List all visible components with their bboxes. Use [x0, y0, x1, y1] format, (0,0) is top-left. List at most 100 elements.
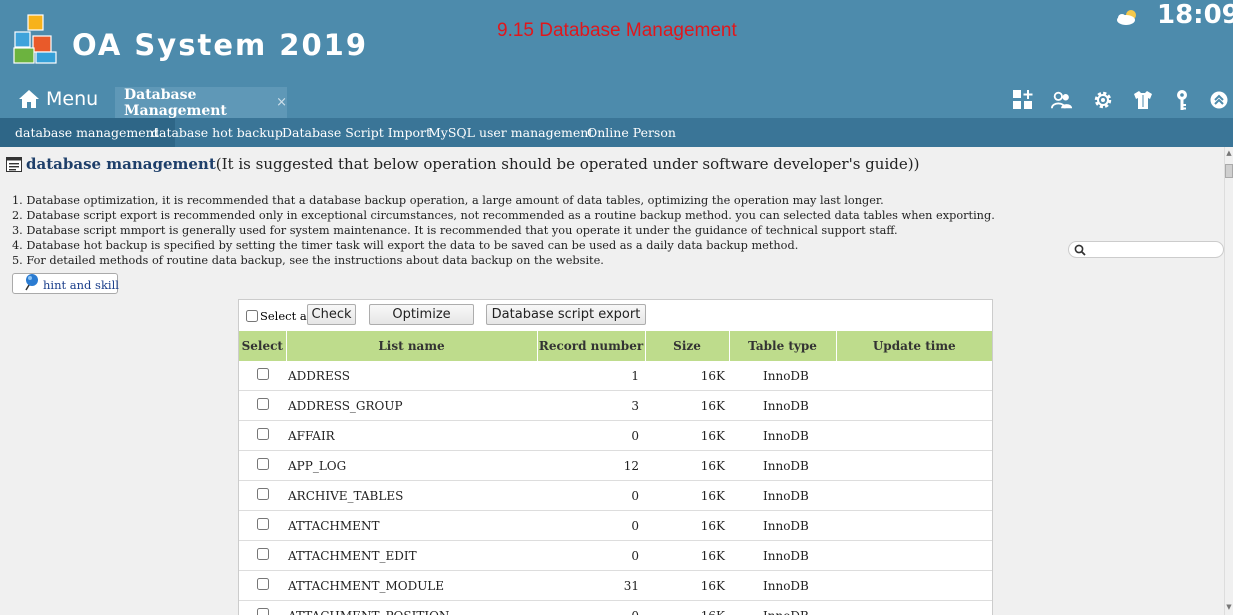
menu-button[interactable]: Menu — [18, 86, 98, 112]
subnav-online-person[interactable]: Online Person — [587, 118, 676, 147]
database-script-export-button[interactable]: Database script export — [486, 304, 646, 325]
pin-icon — [25, 274, 38, 291]
row-size: 16K — [645, 540, 729, 571]
add-app-icon[interactable] — [1012, 89, 1034, 111]
database-table: Select List name Record number Size Tabl… — [239, 331, 992, 615]
row-records: 0 — [537, 480, 645, 511]
page-title: database management (It is suggested that… — [6, 155, 919, 173]
row-name: ADDRESS_GROUP — [286, 390, 537, 421]
tab-database-management[interactable]: Database Management × — [115, 86, 287, 119]
page-tag: 9.15 Database Management — [497, 20, 737, 41]
row-size: 16K — [645, 510, 729, 541]
col-table-type[interactable]: Table type — [728, 331, 836, 361]
clock: 18:09 — [1157, 0, 1233, 30]
search-icon — [1074, 244, 1086, 256]
tab-label: Database Management — [124, 86, 227, 119]
row-checkbox[interactable] — [256, 608, 269, 615]
row-type: InnoDB — [729, 510, 836, 541]
table-row[interactable]: ATTACHMENT_MODULE 31 16K InnoDB — [239, 570, 992, 601]
row-checkbox[interactable] — [256, 488, 269, 500]
row-size: 16K — [645, 420, 729, 451]
search-box[interactable] — [1068, 241, 1224, 258]
check-button[interactable]: Check — [307, 304, 356, 325]
row-checkbox[interactable] — [256, 578, 269, 590]
row-records: 0 — [537, 600, 645, 615]
row-updated — [836, 420, 992, 451]
table-row[interactable]: ADDRESS_GROUP 3 16K InnoDB — [239, 390, 992, 421]
tab-close-icon[interactable]: × — [276, 95, 287, 110]
key-icon[interactable] — [1171, 89, 1193, 111]
home-icon — [19, 90, 39, 108]
table-row[interactable]: ATTACHMENT_POSITION 0 16K InnoDB — [239, 600, 992, 615]
row-checkbox[interactable] — [256, 548, 269, 560]
instruction-line: 3. Database script mmport is generally u… — [12, 224, 898, 237]
users-icon[interactable] — [1051, 89, 1073, 111]
row-size: 16K — [645, 390, 729, 421]
row-name: ADDRESS — [286, 361, 537, 391]
settings-icon[interactable] — [1092, 89, 1114, 111]
row-name: AFFAIR — [286, 420, 537, 451]
row-updated — [836, 570, 992, 601]
select-all-input[interactable] — [246, 310, 258, 322]
row-name: APP_LOG — [286, 450, 537, 481]
subnav-database-script-import[interactable]: Database Script Import — [282, 118, 431, 147]
row-records: 1 — [537, 361, 645, 391]
row-name: ATTACHMENT_POSITION — [286, 600, 537, 615]
row-name: ATTACHMENT_EDIT — [286, 540, 537, 571]
col-select: Select — [239, 331, 286, 361]
row-size: 16K — [645, 361, 729, 391]
collapse-icon[interactable] — [1208, 89, 1230, 111]
row-size: 16K — [645, 450, 729, 481]
instruction-line: 2. Database script export is recommended… — [12, 209, 995, 222]
row-updated — [836, 361, 992, 391]
search-input[interactable] — [1089, 243, 1217, 256]
col-list-name[interactable]: List name — [285, 331, 537, 361]
col-update-time[interactable]: Update time — [835, 331, 992, 361]
optimize-button[interactable]: Optimize — [369, 304, 474, 325]
row-name: ATTACHMENT — [286, 510, 537, 541]
col-size[interactable]: Size — [644, 331, 729, 361]
page-title-note: (It is suggested that below operation sh… — [215, 155, 920, 173]
hint-and-skill-button[interactable]: hint and skill — [12, 273, 119, 294]
shirt-icon[interactable] — [1132, 89, 1154, 111]
menu-label: Menu — [46, 88, 99, 110]
scroll-thumb[interactable] — [1225, 164, 1233, 178]
table-toolbar: Select all Check Optimize Database scrip… — [239, 300, 992, 331]
row-checkbox[interactable] — [256, 368, 269, 380]
subnav-database-management[interactable]: database management — [0, 118, 175, 147]
subnav-database-hot-backup[interactable]: database hot backup — [151, 118, 283, 147]
scroll-down-icon[interactable]: ▼ — [1225, 603, 1233, 611]
table-header-row: Select List name Record number Size Tabl… — [239, 331, 992, 361]
table-row[interactable]: APP_LOG 12 16K InnoDB — [239, 450, 992, 481]
row-updated — [836, 600, 992, 615]
row-checkbox[interactable] — [256, 458, 269, 470]
table-row[interactable]: ATTACHMENT 0 16K InnoDB — [239, 510, 992, 541]
row-size: 16K — [645, 570, 729, 601]
select-all-label: Select all — [260, 309, 315, 323]
row-checkbox[interactable] — [256, 398, 269, 410]
database-icon — [6, 156, 22, 172]
col-record-number[interactable]: Record number — [536, 331, 645, 361]
row-updated — [836, 510, 992, 541]
row-type: InnoDB — [729, 480, 836, 511]
oa-logo-icon — [13, 14, 57, 64]
app-header: OA System 2019 9.15 Database Management … — [0, 0, 1233, 119]
row-type: InnoDB — [729, 361, 836, 391]
scroll-up-icon[interactable]: ▲ — [1225, 149, 1233, 157]
table-row[interactable]: ATTACHMENT_EDIT 0 16K InnoDB — [239, 540, 992, 571]
table-row[interactable]: ARCHIVE_TABLES 0 16K InnoDB — [239, 480, 992, 511]
partly-cloudy-icon — [1117, 10, 1136, 25]
select-all-checkbox[interactable]: Select all — [246, 309, 314, 323]
row-type: InnoDB — [729, 540, 836, 571]
row-updated — [836, 480, 992, 511]
table-row[interactable]: AFFAIR 0 16K InnoDB — [239, 420, 992, 451]
row-type: InnoDB — [729, 390, 836, 421]
row-checkbox[interactable] — [256, 518, 269, 530]
row-checkbox[interactable] — [256, 428, 269, 440]
row-updated — [836, 540, 992, 571]
vertical-scrollbar[interactable]: ▲ ▼ — [1224, 147, 1233, 615]
table-row[interactable]: ADDRESS 1 16K InnoDB — [239, 361, 992, 391]
subnav-mysql-user-management[interactable]: MySQL user management — [428, 118, 593, 147]
instruction-line: 5. For detailed methods of routine data … — [12, 254, 604, 267]
row-type: InnoDB — [729, 420, 836, 451]
